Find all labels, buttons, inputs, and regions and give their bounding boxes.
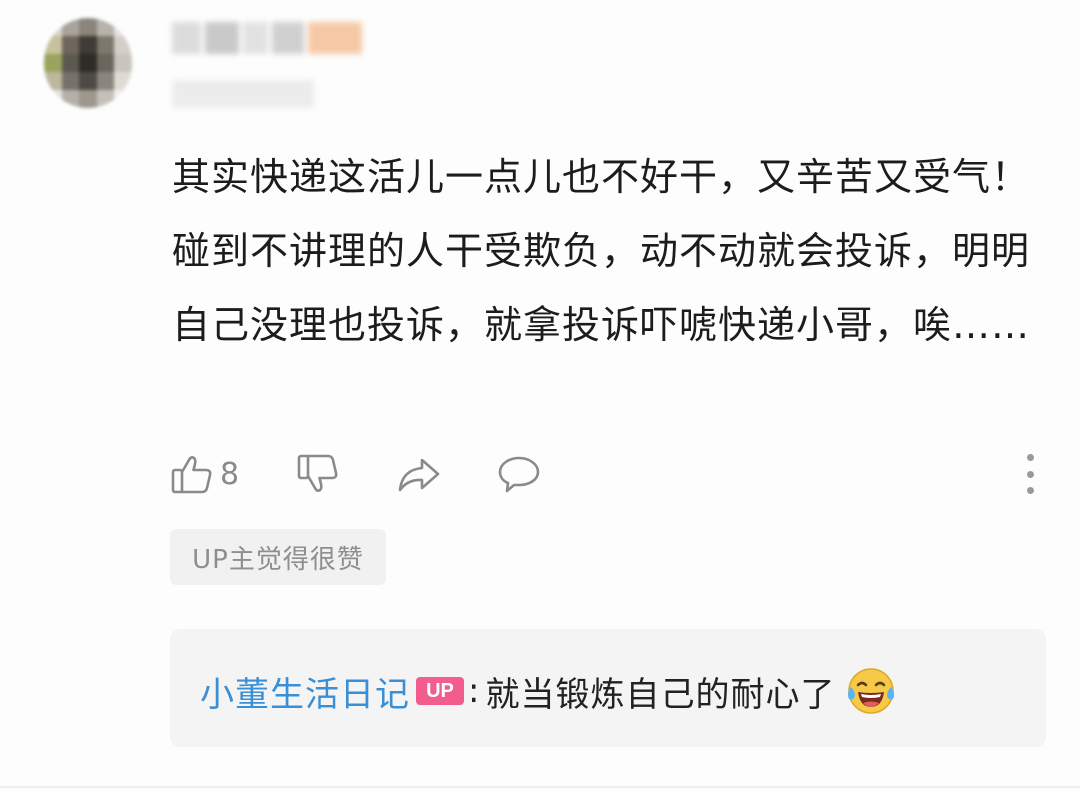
laughing-tears-emoji-icon — [848, 668, 895, 714]
reply-line: 小董生活日记 UP : 就当锻炼自己的耐心了 — [200, 663, 899, 719]
timestamp-blurred — [172, 80, 314, 108]
reply-author-link[interactable]: 小董生活日记 — [200, 667, 410, 716]
share-icon — [398, 458, 440, 492]
reply-text: 就当锻炼自己的耐心了 — [485, 674, 836, 715]
thumbs-up-icon — [171, 456, 212, 494]
like-count: 8 — [220, 456, 240, 492]
reply-button[interactable] — [496, 450, 542, 498]
up-liked-badge: UP主觉得很赞 — [170, 529, 386, 585]
avatar[interactable] — [44, 18, 132, 108]
more-vertical-icon[interactable] — [1018, 454, 1042, 494]
up-badge: UP — [416, 677, 464, 705]
share-button[interactable] — [396, 450, 442, 498]
dislike-button[interactable] — [296, 450, 340, 498]
thumbs-down-icon — [297, 454, 338, 492]
comment-text: 其实快递这活儿一点儿也不好干，又辛苦又受气！碰到不讲理的人干受欺负，动不动就会投… — [172, 155, 1031, 347]
comment-card: 其实快递这活儿一点儿也不好干，又辛苦又受气！碰到不讲理的人干受欺负，动不动就会投… — [0, 0, 1080, 793]
reply-separator: : — [468, 671, 480, 711]
comment-actions: 8 — [170, 450, 1050, 498]
comment-bubble-icon — [498, 456, 540, 493]
username-blurred[interactable] — [172, 22, 362, 54]
reply-preview[interactable]: 小董生活日记 UP : 就当锻炼自己的耐心了 — [170, 629, 1046, 747]
like-button[interactable]: 8 — [170, 450, 239, 498]
divider — [0, 786, 1080, 788]
